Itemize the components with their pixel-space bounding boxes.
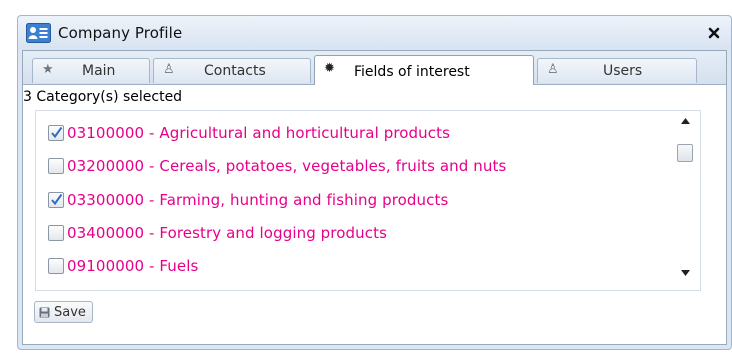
tab-strip: ★ Main ♙ Contacts ✹ Fields of interest ♙… bbox=[23, 51, 726, 85]
category-label: 09100000 - Fuels bbox=[67, 257, 199, 275]
category-checkbox[interactable] bbox=[48, 225, 64, 241]
close-button[interactable] bbox=[703, 22, 725, 44]
tab-main-label: Main bbox=[82, 63, 116, 79]
gear-icon: ✹ bbox=[324, 61, 335, 76]
floppy-disk-icon bbox=[39, 307, 50, 317]
tab-contacts[interactable]: ♙ Contacts bbox=[153, 58, 311, 83]
category-checkbox[interactable] bbox=[48, 192, 64, 208]
list-item[interactable]: 09100000 - Fuels bbox=[48, 254, 198, 278]
category-checkbox[interactable] bbox=[48, 125, 64, 141]
checkmark-icon bbox=[51, 193, 63, 206]
list-item[interactable]: 03400000 - Forestry and logging products bbox=[48, 221, 387, 245]
tab-fields-of-interest-label: Fields of interest bbox=[354, 64, 470, 80]
list-item[interactable]: 03200000 - Cereals, potatoes, vegetables… bbox=[48, 154, 506, 178]
tab-panel: ★ Main ♙ Contacts ✹ Fields of interest ♙… bbox=[22, 50, 727, 345]
save-label: Save bbox=[54, 304, 86, 320]
list-item[interactable]: 03100000 - Agricultural and horticultura… bbox=[48, 121, 450, 145]
checkmark-icon bbox=[51, 126, 63, 139]
category-label: 03200000 - Cereals, potatoes, vegetables… bbox=[67, 157, 507, 175]
title-bar[interactable]: Company Profile bbox=[18, 16, 731, 50]
scroll-down-arrow-icon[interactable] bbox=[681, 270, 690, 276]
tab-contacts-label: Contacts bbox=[204, 63, 266, 79]
category-label: 03300000 - Farming, hunting and fishing … bbox=[67, 191, 449, 209]
contact-card-icon bbox=[26, 23, 51, 43]
person-icon: ♙ bbox=[163, 62, 175, 77]
category-checkbox[interactable] bbox=[48, 158, 64, 174]
save-button[interactable]: Save bbox=[34, 301, 93, 323]
category-checkbox[interactable] bbox=[48, 258, 64, 274]
tab-users[interactable]: ♙ Users bbox=[537, 58, 697, 83]
selection-status: 3 Category(s) selected bbox=[23, 89, 183, 105]
tab-fields-of-interest[interactable]: ✹ Fields of interest bbox=[314, 55, 534, 85]
category-label: 03100000 - Agricultural and horticultura… bbox=[67, 124, 451, 142]
company-profile-window: Company Profile ★ Main ♙ Contacts ✹ Fiel… bbox=[17, 15, 732, 350]
scroll-thumb[interactable] bbox=[677, 144, 693, 162]
category-label: 03400000 - Forestry and logging products bbox=[67, 224, 387, 242]
tab-users-label: Users bbox=[603, 63, 643, 79]
scroll-up-arrow-icon[interactable] bbox=[681, 118, 690, 124]
category-list[interactable]: 03100000 - Agricultural and horticultura… bbox=[35, 110, 701, 291]
window-title: Company Profile bbox=[58, 24, 183, 42]
tab-main[interactable]: ★ Main bbox=[32, 58, 150, 83]
star-icon: ★ bbox=[42, 62, 54, 77]
list-item[interactable]: 03300000 - Farming, hunting and fishing … bbox=[48, 188, 448, 212]
person-icon: ♙ bbox=[547, 62, 559, 77]
close-icon bbox=[708, 27, 720, 39]
list-scrollbar[interactable] bbox=[670, 111, 700, 290]
